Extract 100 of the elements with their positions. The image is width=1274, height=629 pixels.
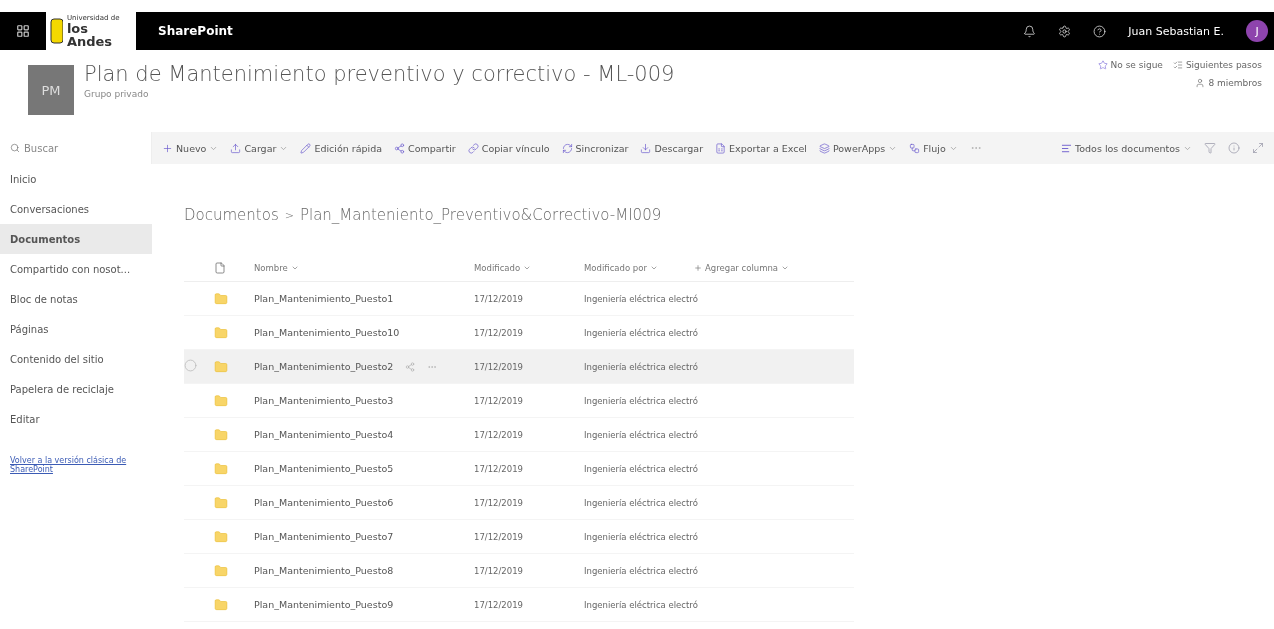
breadcrumb-current: Plan_Manteniento_Preventivo&Correctivo-MI009 — [299, 206, 662, 224]
column-header[interactable]: Modificado — [474, 262, 584, 273]
nav-item[interactable]: Bloc de notas — [0, 284, 152, 314]
file-name[interactable]: Plan_Mantenimiento_Puesto3 — [254, 395, 394, 406]
user-avatar[interactable]: J — [1246, 20, 1268, 42]
nav-item[interactable]: Documentos — [0, 224, 152, 254]
follow-link[interactable]: No se sigue — [1110, 60, 1163, 70]
select-circle-icon[interactable] — [184, 359, 197, 372]
file-name[interactable]: Plan_Mantenimiento_Puesto1 — [254, 293, 394, 304]
search-icon — [10, 143, 20, 153]
breadcrumb-link[interactable]: Documentos — [184, 206, 279, 224]
file-row[interactable]: Plan_Mantenimiento_Puesto2 17/12/2019 Ingeniería eléctrica electró — [184, 350, 854, 384]
share-icon — [394, 142, 405, 154]
folder-icon — [214, 563, 228, 578]
file-type-icon — [214, 261, 226, 274]
list-icon — [1172, 60, 1183, 70]
nav-item[interactable]: Papelera de reciclaje — [0, 374, 152, 404]
folder-icon — [214, 325, 228, 340]
site-tile: PM — [28, 65, 74, 115]
file-name[interactable]: Plan_Mantenimiento_Puesto8 — [254, 565, 394, 576]
bell-icon[interactable] — [1023, 24, 1037, 38]
user-name[interactable]: Juan Sebastian E. — [1128, 24, 1224, 38]
table-cell-text: 17/12/2019 — [474, 497, 524, 508]
help-icon[interactable] — [1093, 24, 1107, 38]
nav-item[interactable]: Compartido con nosot... — [0, 254, 152, 284]
site-title: Plan de Mantenimiento preventivo y correctivo - ML-009 — [84, 62, 676, 86]
table-cell-text: 17/12/2019 — [474, 463, 524, 474]
settings-icon[interactable] — [1058, 24, 1072, 38]
toolbar-button[interactable]: Exportar a Excel — [715, 142, 807, 154]
nav-item[interactable]: Editar — [0, 404, 152, 434]
filter-icon[interactable] — [1204, 142, 1216, 154]
app-name[interactable]: SharePoint — [158, 24, 1024, 38]
sync-icon — [561, 142, 573, 154]
flow-icon — [909, 142, 921, 154]
nav-item[interactable]: Contenido del sitio — [0, 344, 152, 374]
toolbar-button[interactable]: Flujo — [909, 142, 958, 154]
folder-icon — [214, 291, 228, 306]
file-name[interactable]: Plan_Mantenimiento_Puesto2 — [254, 361, 394, 372]
toolbar-button[interactable]: PowerApps — [818, 142, 898, 154]
members-link[interactable]: 8 miembros — [1208, 78, 1262, 88]
file-row[interactable]: Plan_Mantenimiento_Puesto8 17/12/2019 Ingeniería eléctrica electró — [184, 554, 854, 588]
spreadsheet-icon — [715, 142, 727, 154]
file-name[interactable]: Plan_Mantenimiento_Puesto4 — [254, 429, 394, 440]
toolbar-button[interactable]: Compartir — [394, 142, 456, 154]
folder-icon — [214, 393, 228, 408]
lines-icon — [1061, 142, 1073, 154]
layers-icon — [818, 142, 830, 154]
plus-icon — [162, 142, 173, 154]
file-name[interactable]: Plan_Mantenimiento_Puesto6 — [254, 497, 394, 508]
file-row[interactable]: Plan_Mantenimiento_Puesto9 17/12/2019 Ingeniería eléctrica electró — [184, 588, 854, 622]
star-icon — [1097, 60, 1108, 70]
nav-item[interactable]: Inicio — [0, 164, 152, 194]
person-icon — [1195, 78, 1206, 88]
file-row[interactable]: Plan_Mantenimiento_Puesto7 17/12/2019 Ingeniería eléctrica electró — [184, 520, 854, 554]
table-cell-text: 17/12/2019 — [474, 293, 524, 304]
shield-icon — [50, 18, 63, 44]
file-row[interactable]: Plan_Mantenimiento_Puesto3 17/12/2019 Ingeniería eléctrica electró — [184, 384, 854, 418]
classic-link[interactable]: Volver a la versión clásica de SharePoint — [10, 456, 142, 474]
table-cell-text: 17/12/2019 — [474, 327, 524, 338]
logo-text: los Andes — [66, 21, 114, 48]
info-icon[interactable] — [1228, 142, 1240, 154]
column-header[interactable]: Agregar columna — [694, 262, 854, 273]
link-icon — [467, 142, 479, 154]
folder-icon — [214, 359, 228, 374]
folder-icon — [214, 495, 228, 510]
next-steps-link[interactable]: Siguientes pasos — [1185, 60, 1262, 70]
table-cell-text: 17/12/2019 — [474, 361, 524, 372]
file-row[interactable]: Plan_Mantenimiento_Puesto5 17/12/2019 Ingeniería eléctrica electró — [184, 452, 854, 486]
expand-icon[interactable] — [1252, 142, 1264, 154]
folder-icon — [214, 461, 228, 476]
toolbar-button[interactable]: Nuevo — [162, 142, 219, 154]
file-name[interactable]: Plan_Mantenimiento_Puesto10 — [254, 327, 400, 338]
share-icon[interactable] — [405, 361, 416, 372]
download-icon — [640, 142, 652, 154]
folder-icon — [214, 427, 228, 442]
table-cell-text: 17/12/2019 — [474, 531, 524, 542]
toolbar-button[interactable]: Descargar — [640, 142, 704, 154]
upload-icon — [230, 142, 242, 154]
plus-icon — [694, 263, 702, 272]
app-launcher-icon[interactable] — [16, 24, 30, 38]
table-cell-text: 17/12/2019 — [474, 395, 524, 406]
folder-icon — [214, 597, 228, 612]
table-cell-text: 17/12/2019 — [474, 565, 524, 576]
column-header[interactable]: Modificado por — [584, 262, 694, 273]
column-header[interactable]: Nombre — [254, 262, 474, 273]
toolbar-button[interactable]: Sincronizar — [561, 142, 629, 154]
nav-item[interactable]: Conversaciones — [0, 194, 152, 224]
toolbar-button[interactable]: Edición rápida — [300, 142, 382, 154]
toolbar-button[interactable]: Cargar — [230, 142, 289, 154]
file-row[interactable]: Plan_Mantenimiento_Puesto6 17/12/2019 Ingeniería eléctrica electró — [184, 486, 854, 520]
view-selector[interactable]: Todos los documentos — [1061, 142, 1192, 154]
toolbar-button[interactable]: Copiar vínculo — [467, 142, 550, 154]
file-row[interactable]: Plan_Mantenimiento_Puesto4 17/12/2019 Ingeniería eléctrica electró — [184, 418, 854, 452]
nav-item[interactable]: Páginas — [0, 314, 152, 344]
file-name[interactable]: Plan_Mantenimiento_Puesto7 — [254, 531, 394, 542]
file-name[interactable]: Plan_Mantenimiento_Puesto9 — [254, 599, 394, 610]
breadcrumb-separator: > — [284, 208, 294, 222]
file-row[interactable]: Plan_Mantenimiento_Puesto1 17/12/2019 Ingeniería eléctrica electró — [184, 282, 854, 316]
file-name[interactable]: Plan_Mantenimiento_Puesto5 — [254, 463, 394, 474]
table-cell-text: 17/12/2019 — [474, 599, 524, 610]
